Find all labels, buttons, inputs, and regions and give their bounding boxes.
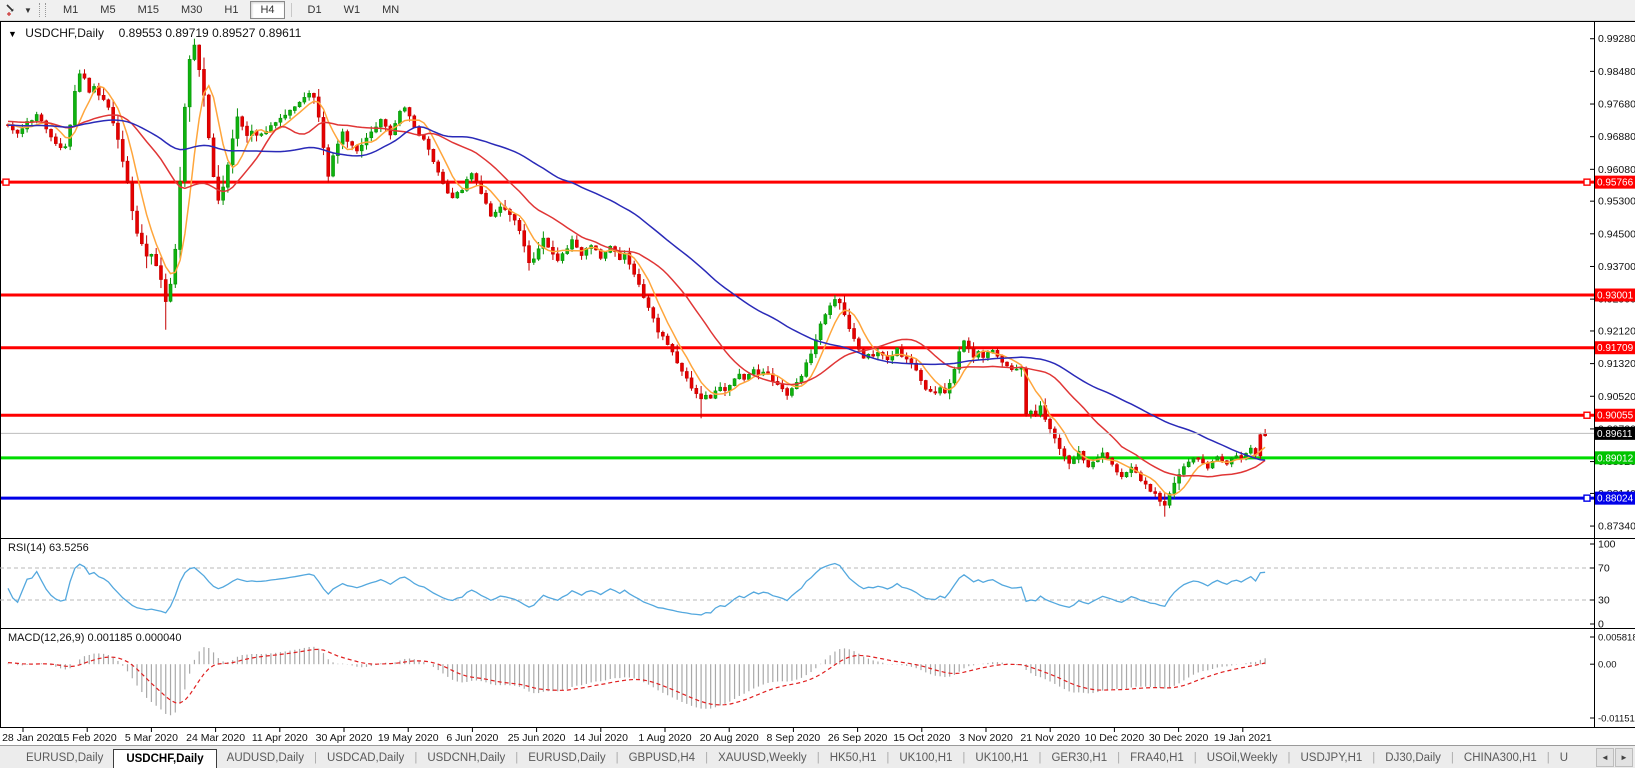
svg-text:70: 70	[1598, 563, 1610, 575]
tf-button-w1[interactable]: W1	[334, 1, 371, 19]
svg-text:11 Apr 2020: 11 Apr 2020	[252, 732, 308, 744]
svg-text:3 Nov 2020: 3 Nov 2020	[959, 732, 1013, 744]
svg-text:28 Jan 2020: 28 Jan 2020	[2, 732, 60, 744]
tab-ger30-h1[interactable]: GER30,H1	[1041, 749, 1117, 768]
tf-button-m5[interactable]: M5	[90, 1, 125, 19]
tab-uk100-h1[interactable]: UK100,H1	[889, 749, 962, 768]
ohlc-values: 0.89553 0.89719 0.89527 0.89611	[119, 26, 302, 40]
tf-button-mn[interactable]: MN	[372, 1, 409, 19]
svg-text:15 Oct 2020: 15 Oct 2020	[893, 732, 950, 744]
svg-text:0.92120: 0.92120	[1598, 325, 1635, 337]
svg-text:0.00: 0.00	[1598, 660, 1617, 671]
tab-usoil-weekly[interactable]: USOil,Weekly	[1197, 749, 1288, 768]
svg-text:0.94500: 0.94500	[1598, 228, 1635, 240]
svg-text:0.89611: 0.89611	[1597, 429, 1633, 440]
svg-text:10 Dec 2020: 10 Dec 2020	[1085, 732, 1145, 744]
svg-text:6 Jun 2020: 6 Jun 2020	[446, 732, 498, 744]
tab-scroll-right-button[interactable]: ►	[1615, 748, 1633, 767]
tab-eurusd-daily[interactable]: EURUSD,Daily	[518, 749, 615, 768]
toolbar: ▼ M1M5M15M30H1H4 D1W1MN	[0, 0, 1635, 21]
svg-text:14 Jul 2020: 14 Jul 2020	[574, 732, 628, 744]
chart-canvas[interactable]: 0.99280 0.98480 0.97680 0.96880 0.96080 0.953…	[0, 0, 1635, 745]
tab-fra40-h1[interactable]: FRA40,H1	[1120, 749, 1194, 768]
tab-usdchf-daily[interactable]: USDCHF,Daily	[113, 749, 216, 768]
rsi-indicator-label: RSI(14) 63.5256	[8, 542, 89, 554]
timeframe-buttons: M1M5M15M30H1H4 D1W1MN	[52, 1, 410, 19]
symbol-title-row: ▼ USDCHF,Daily 0.89553 0.89719 0.89527 0…	[8, 26, 301, 40]
tf-button-m30[interactable]: M30	[171, 1, 212, 19]
svg-text:30: 30	[1598, 595, 1610, 607]
tab-scroll-arrows: ◄ ►	[1595, 748, 1633, 767]
symbol-dropdown-icon[interactable]: ▼	[8, 29, 17, 39]
macd-indicator-label: MACD(12,26,9) 0.001185 0.000040	[8, 632, 181, 644]
svg-text:5 Mar 2020: 5 Mar 2020	[125, 732, 178, 744]
tf-button-d1[interactable]: D1	[298, 1, 332, 19]
svg-text:30 Apr 2020: 30 Apr 2020	[316, 732, 373, 744]
tf-button-m15[interactable]: M15	[128, 1, 169, 19]
svg-text:21 Nov 2020: 21 Nov 2020	[1020, 732, 1080, 744]
svg-text:8 Sep 2020: 8 Sep 2020	[767, 732, 821, 744]
tool-dropdown-icon[interactable]: ▼	[21, 6, 35, 15]
svg-text:-0.011510: -0.011510	[1598, 714, 1635, 725]
tab-usdcnh-daily[interactable]: USDCNH,Daily	[417, 749, 515, 768]
tf-button-m1[interactable]: M1	[53, 1, 88, 19]
tab-usdcad-daily[interactable]: USDCAD,Daily	[317, 749, 414, 768]
svg-text:19 Jan 2021: 19 Jan 2021	[1214, 732, 1272, 744]
svg-text:0.89012: 0.89012	[1597, 453, 1634, 464]
tab-eurusd-daily[interactable]: EURUSD,Daily	[16, 749, 113, 768]
svg-text:26 Sep 2020: 26 Sep 2020	[828, 732, 888, 744]
svg-text:30 Dec 2020: 30 Dec 2020	[1149, 732, 1209, 744]
svg-text:0.90055: 0.90055	[1597, 411, 1634, 422]
svg-text:0.91320: 0.91320	[1598, 358, 1635, 370]
svg-text:0.91709: 0.91709	[1597, 343, 1634, 354]
tab-usdjpy-h1[interactable]: USDJPY,H1	[1291, 749, 1373, 768]
svg-text:0.93700: 0.93700	[1598, 261, 1635, 273]
svg-text:100: 100	[1598, 539, 1616, 551]
svg-text:0.88024: 0.88024	[1597, 494, 1634, 505]
toolbar-grip	[39, 3, 46, 17]
svg-text:1 Aug 2020: 1 Aug 2020	[638, 732, 691, 744]
svg-text:20 Aug 2020: 20 Aug 2020	[700, 732, 759, 744]
svg-text:19 May 2020: 19 May 2020	[378, 732, 439, 744]
svg-text:0.99280: 0.99280	[1598, 33, 1635, 45]
svg-text:0.87340: 0.87340	[1598, 521, 1635, 533]
svg-text:0.98480: 0.98480	[1598, 66, 1635, 78]
svg-text:0.95766: 0.95766	[1597, 178, 1634, 189]
svg-text:0.90520: 0.90520	[1598, 391, 1635, 403]
tab-gbpusd-h4[interactable]: GBPUSD,H4	[619, 749, 705, 768]
tf-button-h4[interactable]: H4	[250, 1, 284, 19]
tab-dj30-daily[interactable]: DJ30,Daily	[1375, 749, 1451, 768]
toolbar-separator	[291, 3, 292, 17]
svg-text:24 Mar 2020: 24 Mar 2020	[186, 732, 245, 744]
tab-u[interactable]: U	[1550, 749, 1578, 768]
tab-uk100-h1[interactable]: UK100,H1	[965, 749, 1038, 768]
svg-text:0.005818: 0.005818	[1598, 633, 1635, 644]
tf-button-h1[interactable]: H1	[214, 1, 248, 19]
svg-text:15 Feb 2020: 15 Feb 2020	[58, 732, 117, 744]
crosshair-tool-icon[interactable]	[3, 2, 21, 18]
tab-scroll-left-button[interactable]: ◄	[1596, 748, 1614, 767]
svg-text:0.97680: 0.97680	[1598, 99, 1635, 111]
tab-bar: EURUSD,DailyUSDCHF,DailyAUDUSD,Daily|USD…	[0, 745, 1635, 768]
svg-text:0.96880: 0.96880	[1598, 131, 1635, 143]
svg-text:25 Jun 2020: 25 Jun 2020	[508, 732, 566, 744]
svg-text:0: 0	[1598, 619, 1604, 631]
svg-text:0.96080: 0.96080	[1598, 164, 1635, 176]
svg-text:0.95300: 0.95300	[1598, 196, 1635, 208]
tab-china300-h1[interactable]: CHINA300,H1	[1454, 749, 1547, 768]
svg-text:0.93001: 0.93001	[1597, 291, 1634, 302]
tab-hk50-h1[interactable]: HK50,H1	[820, 749, 887, 768]
tab-xauusd-weekly[interactable]: XAUUSD,Weekly	[708, 749, 817, 768]
tab-audusd-daily[interactable]: AUDUSD,Daily	[217, 749, 314, 768]
symbol-title: USDCHF,Daily	[25, 26, 104, 40]
